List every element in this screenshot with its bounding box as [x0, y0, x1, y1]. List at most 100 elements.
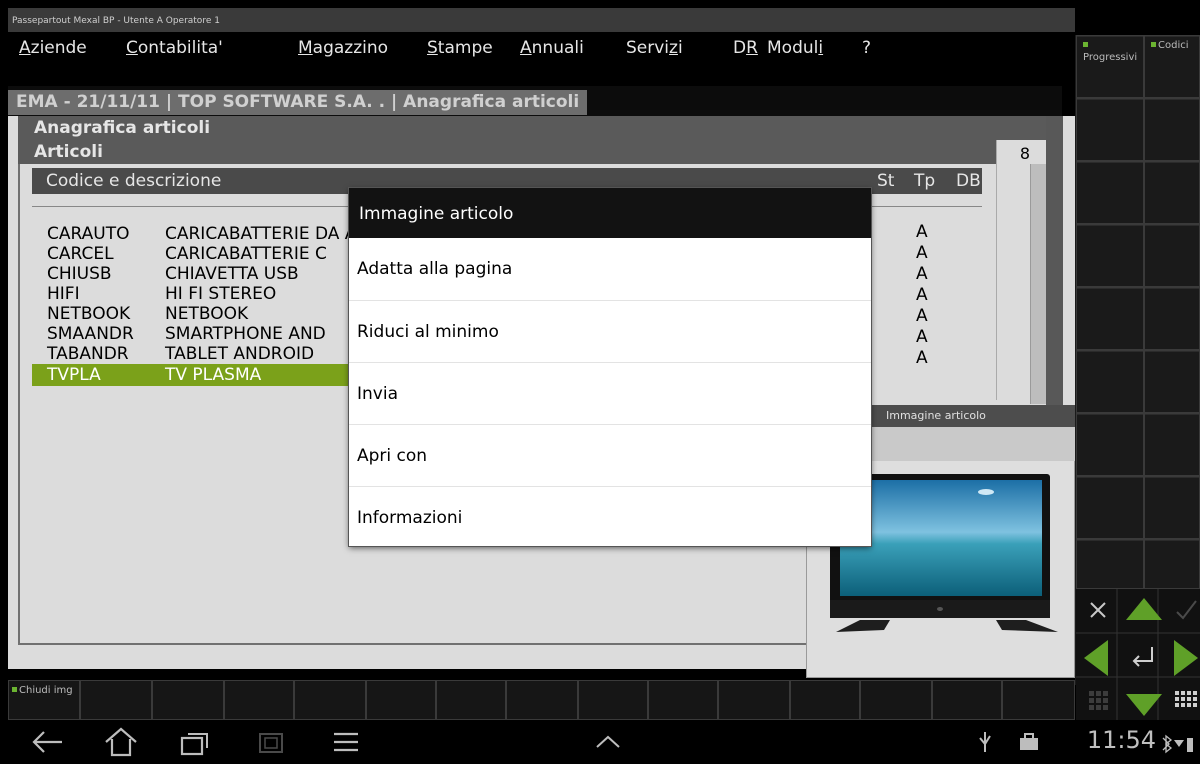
menu-servizi[interactable]: Servizi: [626, 38, 683, 58]
side-button[interactable]: [1076, 161, 1144, 224]
usb-icon: [979, 732, 991, 752]
table-row[interactable]: TABANDR TABLET ANDROID: [32, 344, 350, 364]
side-button[interactable]: [1076, 539, 1144, 589]
menu-annuali[interactable]: Annuali: [520, 38, 584, 58]
table-row[interactable]: CHIUSB CHIAVETTA USB: [32, 264, 350, 284]
table-row[interactable]: CARAUTOCARICABATTERIE DA AUTO: [32, 224, 350, 244]
record-count: 8: [1019, 144, 1030, 163]
row-tp: A: [916, 243, 928, 263]
menu-moduli[interactable]: Moduli: [767, 38, 823, 58]
check-icon[interactable]: [1174, 598, 1198, 622]
side-button[interactable]: [1144, 98, 1200, 161]
arrow-down-icon[interactable]: [1124, 692, 1164, 718]
side-button[interactable]: [1076, 287, 1144, 350]
recent-apps-icon[interactable]: [180, 730, 210, 756]
side-button[interactable]: [1144, 224, 1200, 287]
arrow-right-icon[interactable]: [1172, 638, 1200, 678]
side-button[interactable]: [1144, 413, 1200, 476]
menu-magazzino[interactable]: Magazzino: [298, 38, 388, 58]
side-button[interactable]: [1076, 350, 1144, 413]
enter-icon[interactable]: [1128, 644, 1158, 670]
menu-item-informazioni[interactable]: Informazioni: [349, 486, 871, 548]
function-key[interactable]: [790, 680, 860, 720]
clock: 11:54: [1086, 726, 1156, 754]
section-heading: Articoli: [18, 140, 996, 164]
menu-item-adatta-alla-pagina[interactable]: Adatta alla pagina: [349, 238, 871, 300]
context-menu-title: Immagine articolo: [349, 188, 871, 238]
table-row[interactable]: CARCEL CARICABATTERIE C: [32, 244, 350, 264]
keypad-icon[interactable]: [1088, 690, 1110, 712]
menu-item-riduci-al-minimo[interactable]: Riduci al minimo: [349, 300, 871, 362]
list-scrollbar[interactable]: [1030, 164, 1046, 404]
briefcase-icon: [1020, 733, 1038, 750]
menu-aziende[interactable]: Aziende: [19, 38, 87, 58]
side-button[interactable]: [1144, 539, 1200, 589]
column-db: DB: [956, 171, 981, 191]
system-navigation-bar: 11:54: [0, 720, 1200, 764]
column-tp: Tp: [914, 171, 936, 191]
row-tp: A: [916, 285, 928, 305]
side-button[interactable]: [1076, 413, 1144, 476]
menu-help[interactable]: ?: [862, 38, 871, 58]
window-title: Passepartout Mexal BP - Utente A Operato…: [12, 16, 220, 26]
back-icon[interactable]: [30, 730, 64, 754]
side-button[interactable]: [1144, 287, 1200, 350]
keyboard-icon[interactable]: [1174, 690, 1198, 712]
table-row[interactable]: HIFI HI FI STEREO: [32, 284, 350, 304]
window-heading: Anagrafica articoli: [18, 116, 1046, 140]
row-tp: A: [916, 327, 928, 347]
column-st: St: [877, 171, 895, 191]
function-key[interactable]: [648, 680, 718, 720]
function-key[interactable]: [294, 680, 366, 720]
table-row[interactable]: NETBOOK NETBOOK: [32, 304, 350, 324]
chiudi-img-button[interactable]: Chiudi img: [8, 680, 80, 720]
function-key[interactable]: [1002, 680, 1075, 720]
close-icon[interactable]: [1088, 600, 1108, 620]
menu-item-invia[interactable]: Invia: [349, 362, 871, 424]
table-row-selected[interactable]: TVPLA TV PLASMA: [32, 364, 350, 386]
context-bar: EMA - 21/11/11 | TOP SOFTWARE S.A. . | A…: [8, 86, 1062, 116]
menu-dr[interactable]: DR: [733, 38, 758, 58]
status-icons: [1162, 734, 1193, 754]
window-border: [18, 140, 20, 645]
function-key[interactable]: [506, 680, 578, 720]
function-key[interactable]: [718, 680, 790, 720]
function-key[interactable]: [860, 680, 932, 720]
function-key[interactable]: [224, 680, 294, 720]
row-tp: A: [916, 348, 928, 368]
arrow-up-icon[interactable]: [1124, 596, 1164, 622]
row-tp: A: [916, 264, 928, 284]
green-dot-icon: [12, 687, 17, 692]
function-key[interactable]: [436, 680, 506, 720]
menu-icon[interactable]: [332, 730, 360, 754]
side-button[interactable]: [1144, 476, 1200, 539]
menu-item-apri-con[interactable]: Apri con: [349, 424, 871, 486]
home-icon[interactable]: [104, 727, 138, 757]
table-row[interactable]: SMAANDR SMARTPHONE AND: [32, 324, 350, 344]
function-key[interactable]: [80, 680, 152, 720]
function-key[interactable]: [578, 680, 648, 720]
menu-stampe[interactable]: Stampe: [427, 38, 493, 58]
side-button[interactable]: [1076, 224, 1144, 287]
side-button-progressivi[interactable]: Progressivi: [1076, 35, 1144, 98]
side-button[interactable]: [1076, 476, 1144, 539]
side-button[interactable]: [1144, 161, 1200, 224]
window-title-bar: Passepartout Mexal BP - Utente A Operato…: [8, 8, 1075, 32]
function-key[interactable]: [152, 680, 224, 720]
arrow-left-icon[interactable]: [1082, 638, 1110, 678]
green-dot-icon: [1151, 42, 1156, 47]
column-code-desc: Codice e descrizione: [46, 171, 222, 191]
context-title: EMA - 21/11/11 | TOP SOFTWARE S.A. . | A…: [8, 90, 588, 115]
green-dot-icon: [1083, 42, 1088, 47]
menu-contabilita[interactable]: Contabilita': [126, 38, 223, 58]
row-tp: A: [916, 306, 928, 326]
row-tp: A: [916, 222, 928, 242]
side-button[interactable]: [1144, 350, 1200, 413]
side-button-codici[interactable]: Codici: [1144, 35, 1200, 98]
function-key[interactable]: [366, 680, 436, 720]
side-button[interactable]: [1076, 98, 1144, 161]
screenshot-icon[interactable]: [256, 730, 286, 756]
image-context-menu: Immagine articolo Adatta alla pagina Rid…: [349, 188, 871, 546]
function-key[interactable]: [932, 680, 1002, 720]
chevron-up-icon[interactable]: [594, 734, 622, 750]
